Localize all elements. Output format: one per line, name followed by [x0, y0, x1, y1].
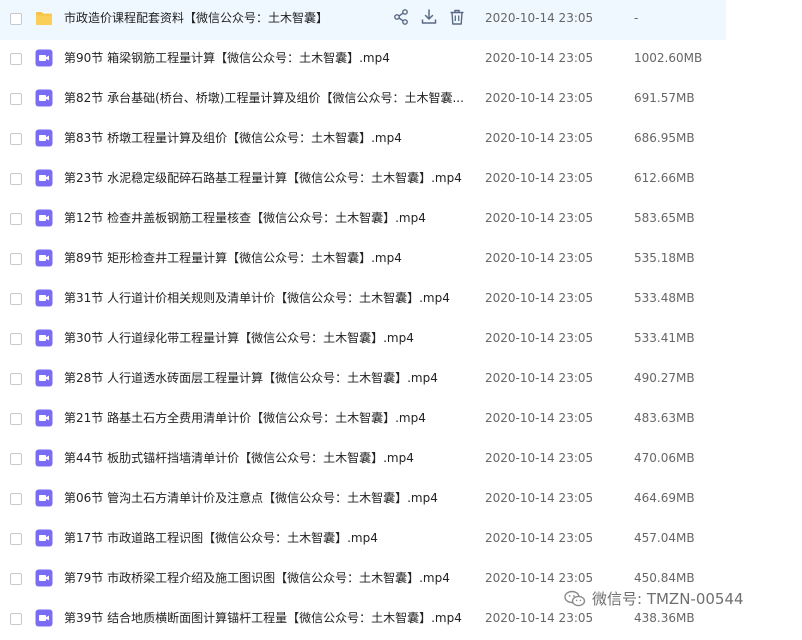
share-icon — [394, 9, 408, 25]
video-file-icon — [35, 489, 53, 507]
video-file-icon — [35, 89, 53, 107]
file-name[interactable]: 第23节 水泥稳定级配碎石路基工程量计算【微信公众号：土木智囊】.mp4 — [64, 160, 462, 200]
modified-date: 2020-10-14 23:05 — [485, 371, 594, 385]
video-file-icon — [35, 169, 53, 187]
file-name[interactable]: 第44节 板肋式锚杆挡墙清单计价【微信公众号：土木智囊】.mp4 — [64, 440, 414, 480]
file-size: 490.27MB — [634, 371, 695, 385]
file-name[interactable]: 第28节 人行道透水砖面层工程量计算【微信公众号：土木智囊】.mp4 — [64, 360, 438, 400]
file-size: 535.18MB — [634, 251, 695, 265]
file-name[interactable]: 第06节 管沟土石方清单计价及注意点【微信公众号：土木智囊】.mp4 — [64, 480, 438, 520]
file-row[interactable]: 第06节 管沟土石方清单计价及注意点【微信公众号：土木智囊】.mp4 2020-1… — [0, 480, 726, 520]
file-size: 464.69MB — [634, 491, 695, 505]
file-size: 457.04MB — [634, 531, 695, 545]
row-checkbox[interactable] — [10, 613, 22, 625]
share-button[interactable] — [392, 8, 410, 26]
file-row[interactable]: 第21节 路基土石方全费用清单计价【微信公众号：土木智囊】.mp4 2020-10… — [0, 400, 726, 440]
modified-date: 2020-10-14 23:05 — [485, 171, 594, 185]
video-file-icon — [35, 609, 53, 627]
row-checkbox[interactable] — [10, 133, 22, 145]
file-row[interactable]: 第44节 板肋式锚杆挡墙清单计价【微信公众号：土木智囊】.mp4 2020-10-… — [0, 440, 726, 480]
wechat-icon — [564, 590, 586, 607]
file-row[interactable]: 第89节 矩形检查井工程量计算【微信公众号：土木智囊】.mp4 2020-10-1… — [0, 240, 726, 280]
trash-icon — [450, 9, 464, 25]
modified-date: 2020-10-14 23:05 — [485, 131, 594, 145]
file-name[interactable]: 第17节 市政道路工程识图【微信公众号：土木智囊】.mp4 — [64, 520, 378, 560]
file-row[interactable]: 第17节 市政道路工程识图【微信公众号：土木智囊】.mp4 2020-10-14 … — [0, 520, 726, 560]
file-size: 1002.60MB — [634, 51, 703, 65]
file-list: 市政造价课程配套资料【微信公众号：土木智囊】 2020-10-14 23:05 - 第… — [0, 0, 802, 633]
file-name[interactable]: 第21节 路基土石方全费用清单计价【微信公众号：土木智囊】.mp4 — [64, 400, 426, 440]
file-row[interactable]: 第82节 承台基础(桥台、桥墩)工程量计算及组价【微信公众号：土木智囊... 20… — [0, 80, 726, 120]
file-name[interactable]: 第39节 结合地质横断面图计算锚杆工程量【微信公众号：土木智囊】.mp4 — [64, 600, 462, 640]
video-file-icon — [35, 449, 53, 467]
row-checkbox[interactable] — [10, 253, 22, 265]
video-file-icon — [35, 409, 53, 427]
video-file-icon — [35, 369, 53, 387]
file-row[interactable]: 第30节 人行道绿化带工程量计算【微信公众号：土木智囊】.mp4 2020-10-… — [0, 320, 726, 360]
video-file-icon — [35, 329, 53, 347]
video-file-icon — [35, 289, 53, 307]
file-row[interactable]: 第23节 水泥稳定级配碎石路基工程量计算【微信公众号：土木智囊】.mp4 2020… — [0, 160, 726, 200]
file-size: 686.95MB — [634, 131, 695, 145]
file-size: 533.41MB — [634, 331, 695, 345]
file-name[interactable]: 第31节 人行道计价相关规则及清单计价【微信公众号：土木智囊】.mp4 — [64, 280, 450, 320]
row-checkbox[interactable] — [10, 373, 22, 385]
file-size: 470.06MB — [634, 451, 695, 465]
row-checkbox[interactable] — [10, 53, 22, 65]
download-button[interactable] — [420, 8, 438, 26]
watermark-text: 微信号: TMZN-00544 — [592, 590, 744, 608]
row-checkbox[interactable] — [10, 533, 22, 545]
file-size: 533.48MB — [634, 291, 695, 305]
file-name[interactable]: 第89节 矩形检查井工程量计算【微信公众号：土木智囊】.mp4 — [64, 240, 402, 280]
file-row[interactable]: 第28节 人行道透水砖面层工程量计算【微信公众号：土木智囊】.mp4 2020-1… — [0, 360, 726, 400]
video-file-icon — [35, 569, 53, 587]
download-icon — [421, 9, 437, 24]
modified-date: 2020-10-14 23:05 — [485, 411, 594, 425]
modified-date: 2020-10-14 23:05 — [485, 451, 594, 465]
row-checkbox[interactable] — [10, 453, 22, 465]
modified-date: 2020-10-14 23:05 — [485, 491, 594, 505]
modified-date: 2020-10-14 23:05 — [485, 291, 594, 305]
file-row[interactable]: 第12节 检查井盖板钢筋工程量核查【微信公众号：土木智囊】.mp4 2020-10… — [0, 200, 726, 240]
row-checkbox[interactable] — [10, 333, 22, 345]
folder-icon — [36, 12, 52, 25]
row-checkbox[interactable] — [10, 573, 22, 585]
trash-button[interactable] — [448, 8, 466, 26]
file-size: 483.63MB — [634, 411, 695, 425]
row-checkbox[interactable] — [10, 213, 22, 225]
file-name[interactable]: 第83节 桥墩工程量计算及组价【微信公众号：土木智囊】.mp4 — [64, 120, 402, 160]
modified-date: 2020-10-14 23:05 — [485, 251, 594, 265]
file-row[interactable]: 第31节 人行道计价相关规则及清单计价【微信公众号：土木智囊】.mp4 2020-… — [0, 280, 726, 320]
video-file-icon — [35, 209, 53, 227]
modified-date: 2020-10-14 23:05 — [485, 11, 594, 25]
video-file-icon — [35, 249, 53, 267]
row-checkbox[interactable] — [10, 293, 22, 305]
video-file-icon — [35, 49, 53, 67]
video-file-icon — [35, 129, 53, 147]
modified-date: 2020-10-14 23:05 — [485, 211, 594, 225]
row-checkbox[interactable] — [10, 173, 22, 185]
row-checkbox[interactable] — [10, 13, 22, 25]
folder-row[interactable]: 市政造价课程配套资料【微信公众号：土木智囊】 2020-10-14 23:05 - — [0, 0, 726, 40]
modified-date: 2020-10-14 23:05 — [485, 531, 594, 545]
file-name[interactable]: 市政造价课程配套资料【微信公众号：土木智囊】 — [64, 0, 328, 40]
row-checkbox[interactable] — [10, 493, 22, 505]
file-row[interactable]: 第90节 箱梁钢筋工程量计算【微信公众号：土木智囊】.mp4 2020-10-14… — [0, 40, 726, 80]
file-row[interactable]: 第83节 桥墩工程量计算及组价【微信公众号：土木智囊】.mp4 2020-10-1… — [0, 120, 726, 160]
file-size: 583.65MB — [634, 211, 695, 225]
video-file-icon — [35, 529, 53, 547]
file-size: 691.57MB — [634, 91, 695, 105]
file-size: 612.66MB — [634, 171, 695, 185]
file-name[interactable]: 第79节 市政桥梁工程介绍及施工图识图【微信公众号：土木智囊】.mp4 — [64, 560, 450, 600]
row-checkbox[interactable] — [10, 413, 22, 425]
file-name[interactable]: 第82节 承台基础(桥台、桥墩)工程量计算及组价【微信公众号：土木智囊... — [64, 80, 464, 120]
modified-date: 2020-10-14 23:05 — [485, 51, 594, 65]
file-name[interactable]: 第90节 箱梁钢筋工程量计算【微信公众号：土木智囊】.mp4 — [64, 40, 390, 80]
file-size: - — [634, 11, 639, 25]
row-checkbox[interactable] — [10, 93, 22, 105]
modified-date: 2020-10-14 23:05 — [485, 331, 594, 345]
file-name[interactable]: 第12节 检查井盖板钢筋工程量核查【微信公众号：土木智囊】.mp4 — [64, 200, 426, 240]
modified-date: 2020-10-14 23:05 — [485, 91, 594, 105]
file-name[interactable]: 第30节 人行道绿化带工程量计算【微信公众号：土木智囊】.mp4 — [64, 320, 414, 360]
